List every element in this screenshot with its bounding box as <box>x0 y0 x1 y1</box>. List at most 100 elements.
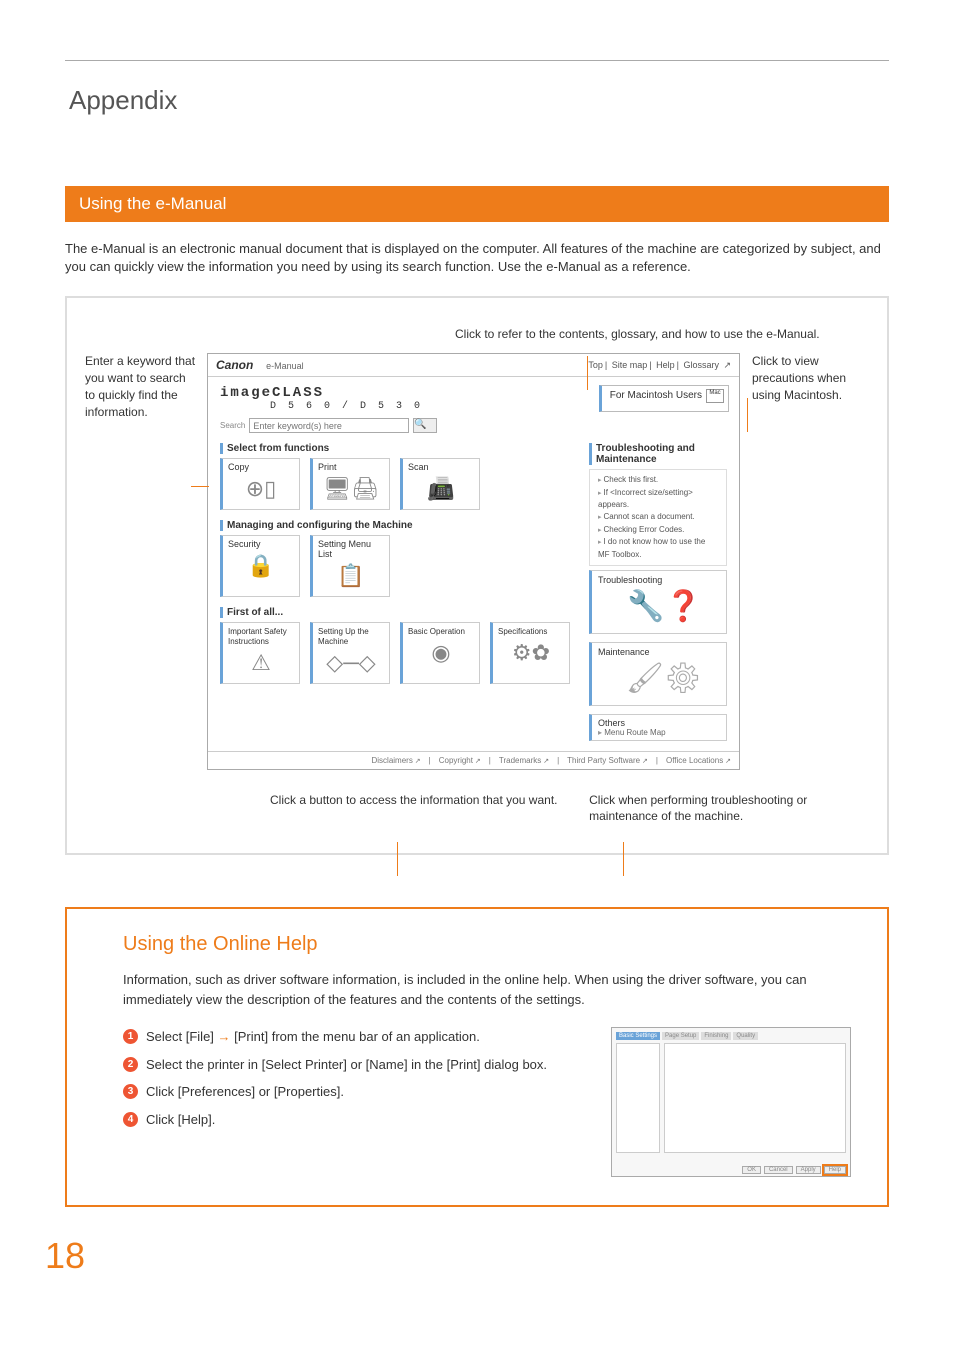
callout-right: Click to view precautions when using Mac… <box>744 353 859 770</box>
search-input[interactable] <box>249 418 409 433</box>
tile-setup-label: Setting Up the Machine <box>318 627 369 646</box>
step-3-text: Click [Preferences] or [Properties]. <box>146 1082 344 1102</box>
lock-icon: 🔒 <box>228 549 294 583</box>
others-sub[interactable]: Menu Route Map <box>598 728 720 737</box>
tile-copy[interactable]: Copy⊕▯ <box>220 458 300 510</box>
tile-security[interactable]: Security🔒 <box>220 535 300 597</box>
footer-thirdparty[interactable]: Third Party Software <box>567 756 648 765</box>
tab-basic[interactable]: Basic Settings <box>616 1032 660 1040</box>
list-icon: 📋 <box>318 559 384 593</box>
search-label: Search <box>220 421 245 430</box>
troubleshoot-head: Troubleshooting and Maintenance <box>589 443 727 465</box>
btn-apply[interactable]: Apply <box>796 1166 821 1174</box>
print-icon: 🖥🖨 <box>318 472 384 506</box>
tile-specs-label: Specifications <box>498 627 547 636</box>
tile-security-label: Security <box>228 539 261 549</box>
scan-icon: 📠 <box>408 472 474 506</box>
copy-icon: ⊕▯ <box>228 472 294 506</box>
bullet-3: 3 <box>123 1084 138 1099</box>
btn-help[interactable]: Help <box>824 1166 846 1174</box>
gear-icon: ⚙✿ <box>498 636 564 670</box>
bullet-4: 4 <box>123 1112 138 1127</box>
chapter-title: Appendix <box>69 85 889 116</box>
model: D 5 6 0 / D 5 3 0 <box>270 401 423 412</box>
screenshot-footer: Disclaimers| Copyright| Trademarks| Thir… <box>208 751 739 769</box>
step-4: 4 Click [Help]. <box>123 1110 593 1130</box>
search-go-button[interactable]: 🔍 <box>413 418 437 433</box>
tile-scan[interactable]: Scan📠 <box>400 458 480 510</box>
dialog-settings <box>664 1043 846 1153</box>
tile-others[interactable]: Others Menu Route Map <box>589 714 727 741</box>
tile-print[interactable]: Print🖥🖨 <box>310 458 390 510</box>
bullet-2: 2 <box>123 1057 138 1072</box>
nav-top[interactable]: Top <box>588 360 603 370</box>
trouble-item[interactable]: Cannot scan a document. <box>598 511 718 524</box>
trouble-item[interactable]: Check this first. <box>598 474 718 487</box>
nav-help[interactable]: Help <box>656 360 675 370</box>
top-nav[interactable]: Top| Site map| Help| Glossary ↗ <box>586 360 731 371</box>
tile-settingmenu-label: Setting Menu List <box>318 539 371 559</box>
tile-basicop[interactable]: Basic Operation◉ <box>400 622 480 684</box>
help-intro: Information, such as driver software inf… <box>123 970 843 1009</box>
trouble-item[interactable]: If <Incorrect size/setting> appears. <box>598 487 718 512</box>
section-heading: Using the e-Manual <box>65 186 889 222</box>
brand: imageCLASS <box>220 385 423 401</box>
btn-ok[interactable]: OK <box>742 1166 761 1174</box>
macintosh-users-button[interactable]: For Macintosh Users Mac <box>599 385 729 412</box>
dialog-preview <box>616 1043 660 1153</box>
trouble-item[interactable]: I do not know how to use the MF Toolbox. <box>598 536 718 561</box>
tab-finishing[interactable]: Finishing <box>701 1032 731 1040</box>
callout-top: Click to refer to the contents, glossary… <box>455 326 820 343</box>
step-2-text: Select the printer in [Select Printer] o… <box>146 1055 547 1075</box>
question-icon: 🔧❓ <box>598 585 720 629</box>
step-1-text-b: [Print] from the menu bar of an applicat… <box>231 1029 480 1044</box>
footer-trademarks[interactable]: Trademarks <box>499 756 549 765</box>
page-number: 18 <box>45 1235 889 1277</box>
step-4-text: Click [Help]. <box>146 1110 215 1130</box>
tile-copy-label: Copy <box>228 462 249 472</box>
callout-left: Enter a keyword that you want to search … <box>85 353 203 770</box>
nav-glossary[interactable]: Glossary <box>683 360 719 370</box>
logo-subtitle: e-Manual <box>266 361 304 371</box>
tile-specs[interactable]: Specifications⚙✿ <box>490 622 570 684</box>
step-1-text-a: Select [File] <box>146 1029 218 1044</box>
step-3: 3 Click [Preferences] or [Properties]. <box>123 1082 593 1102</box>
mac-label: For Macintosh Users <box>610 390 702 401</box>
connect-icon: ◇─◇ <box>318 646 384 680</box>
canon-logo: Canon <box>216 358 253 372</box>
footer-copyright[interactable]: Copyright <box>439 756 481 765</box>
warning-icon: ⚠ <box>228 646 294 680</box>
footer-offices[interactable]: Office Locations <box>666 756 731 765</box>
bullet-1: 1 <box>123 1029 138 1044</box>
callout-bottom-right: Click when performing troubleshooting or… <box>589 792 859 826</box>
tile-settingmenu[interactable]: Setting Menu List📋 <box>310 535 390 597</box>
print-dialog-screenshot: Basic Settings Page Setup Finishing Qual… <box>611 1027 851 1177</box>
footer-disclaimers[interactable]: Disclaimers <box>372 756 421 765</box>
tab-pagesetup[interactable]: Page Setup <box>662 1032 699 1040</box>
trouble-item[interactable]: Checking Error Codes. <box>598 524 718 537</box>
arrow-icon: → <box>218 1029 231 1044</box>
others-label: Others <box>598 718 720 728</box>
tile-basicop-label: Basic Operation <box>408 627 465 636</box>
first-of-all-head: First of all... <box>220 607 575 618</box>
tile-troubleshooting-label: Troubleshooting <box>598 575 662 585</box>
tile-safety-label: Important Safety Instructions <box>228 627 287 646</box>
intro-paragraph: The e-Manual is an electronic manual doc… <box>65 240 889 276</box>
emanual-diagram: Click to refer to the contents, glossary… <box>65 296 889 855</box>
callout-bottom-left: Click a button to access the information… <box>270 792 559 826</box>
step-1: 1 Select [File] → [Print] from the menu … <box>123 1027 593 1047</box>
help-title: Using the Online Help <box>123 933 859 956</box>
tab-quality[interactable]: Quality <box>733 1032 758 1040</box>
online-help-panel: Using the Online Help Information, such … <box>65 907 889 1207</box>
emanual-screenshot: Canon e-Manual Top| Site map| Help| Glos… <box>207 353 740 770</box>
tile-maintenance[interactable]: Maintenance🖌⚙ <box>589 642 727 706</box>
tile-safety[interactable]: Important Safety Instructions⚠ <box>220 622 300 684</box>
dial-icon: ◉ <box>408 636 474 670</box>
nav-sitemap[interactable]: Site map <box>612 360 648 370</box>
btn-cancel[interactable]: Cancel <box>764 1166 793 1174</box>
tile-maintenance-label: Maintenance <box>598 647 650 657</box>
maintenance-icon: 🖌⚙ <box>598 657 720 701</box>
tile-setup[interactable]: Setting Up the Machine◇─◇ <box>310 622 390 684</box>
select-functions-head: Select from functions <box>220 443 575 454</box>
tile-troubleshooting[interactable]: Troubleshooting🔧❓ <box>589 570 727 634</box>
